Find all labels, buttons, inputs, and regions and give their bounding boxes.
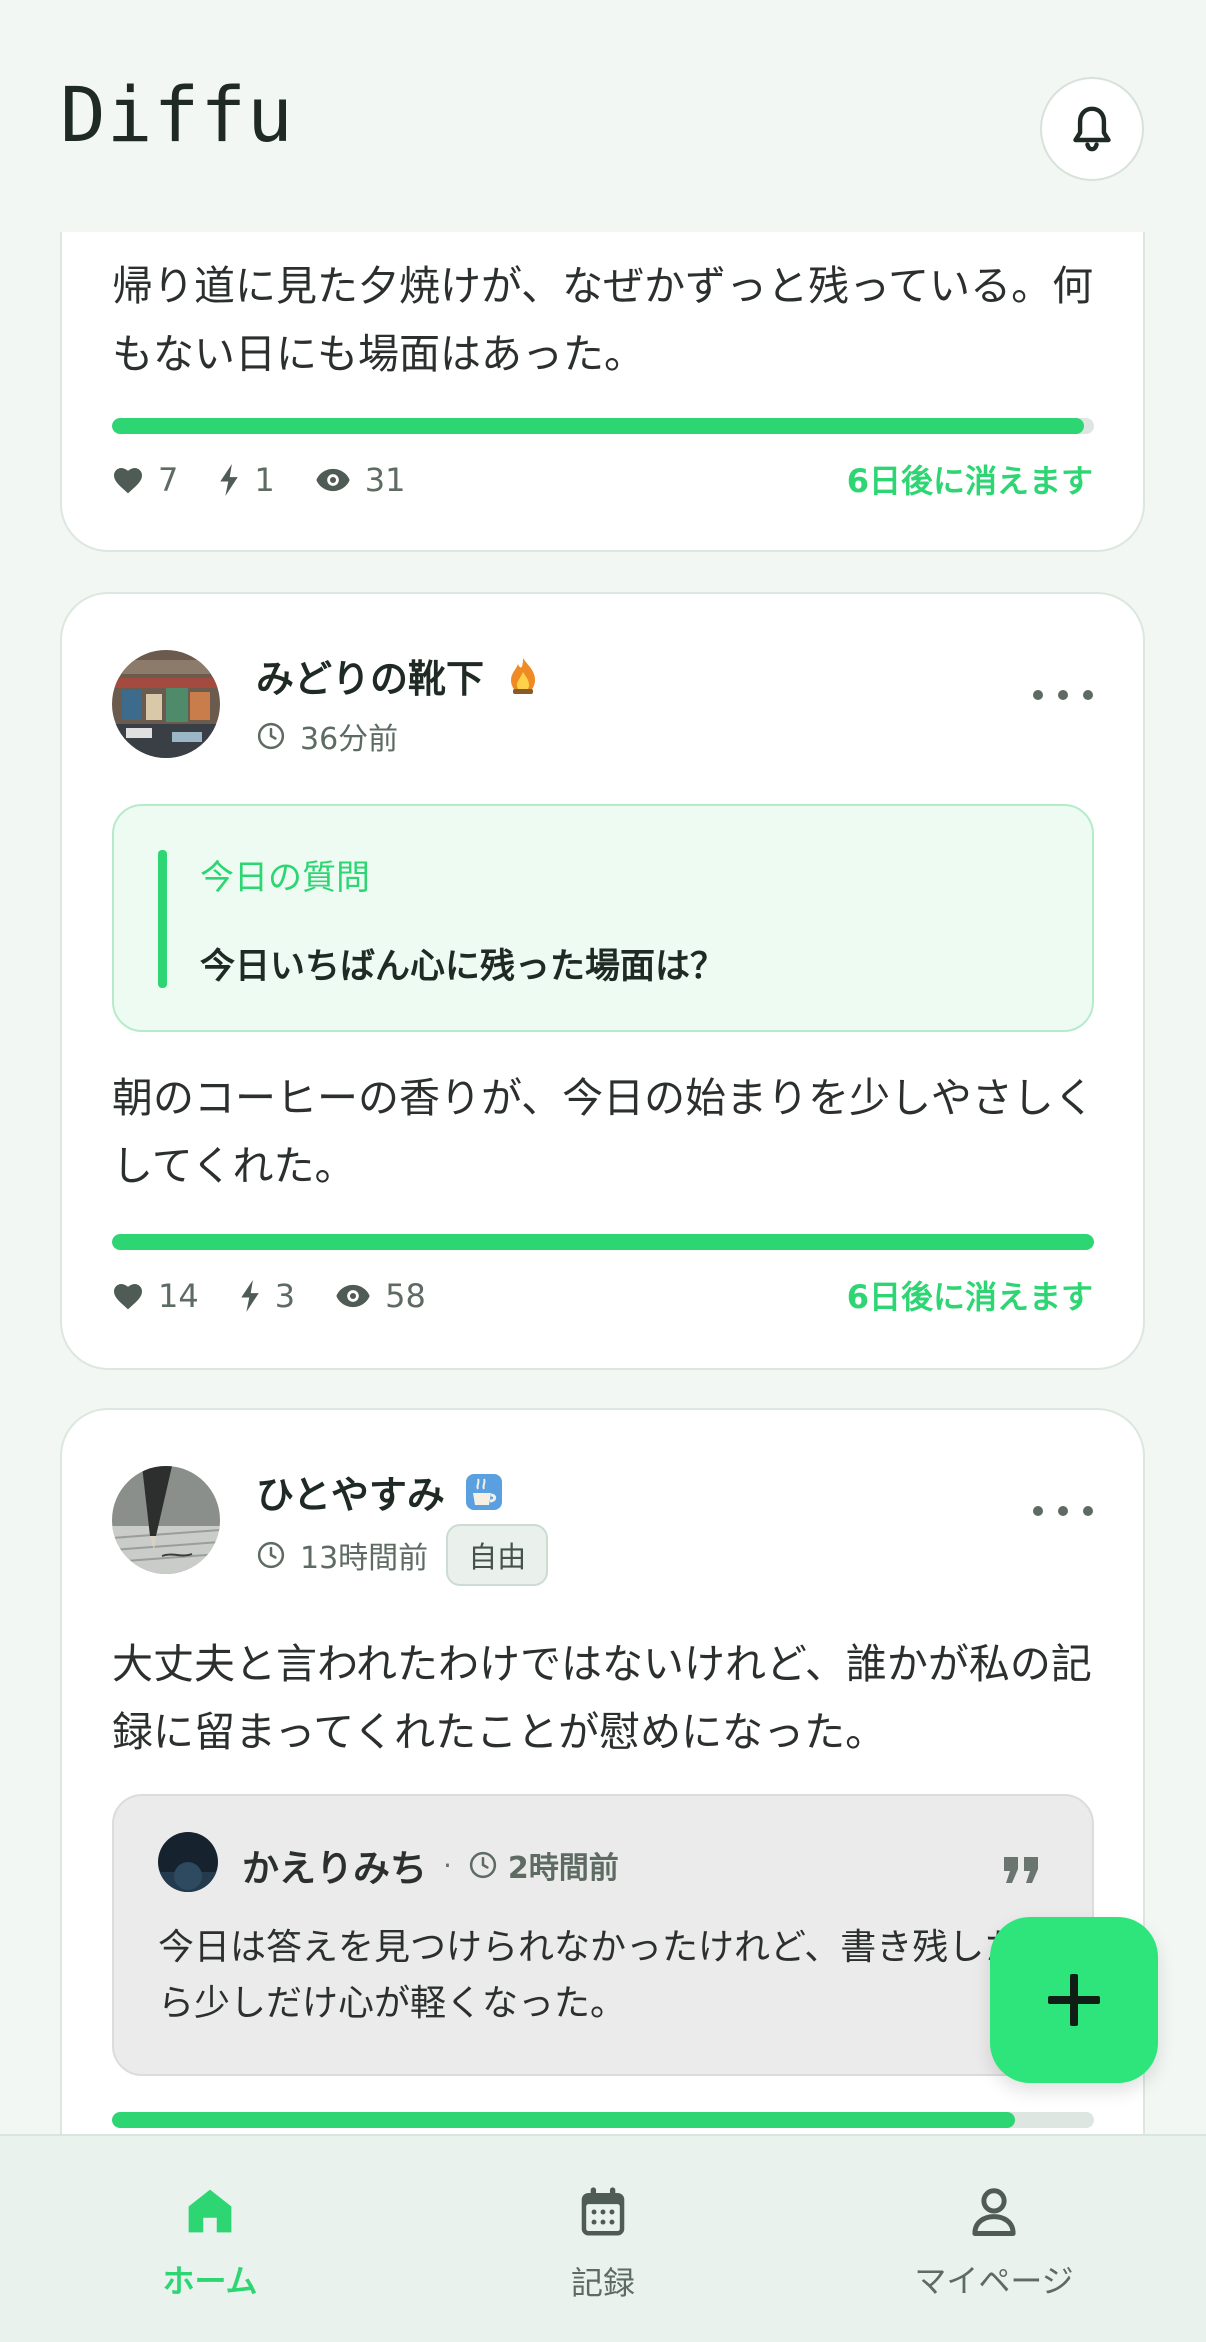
bolt-icon xyxy=(220,464,239,496)
quote-time: 2時間前 xyxy=(468,1843,619,1887)
question-text: 今日いちばん心に残った場面は？ xyxy=(200,947,726,987)
home-icon xyxy=(188,2189,232,2233)
nav-mypage[interactable]: マイページ xyxy=(864,2184,1124,2302)
bolt-icon xyxy=(240,1280,259,1312)
author-name[interactable]: ひとやすみ xyxy=(256,1464,505,1519)
quote-time-text: 2時間前 xyxy=(507,1851,619,1886)
more-options-button[interactable] xyxy=(1033,1496,1093,1526)
expiry-progress-fill xyxy=(112,418,1085,434)
boost-count: 3 xyxy=(274,1277,296,1315)
quote-text: 今日は答えを見つけられなかったけれど、書き残したら少しだけ心が軽くなった。 xyxy=(158,1927,1021,2024)
expiry-progress-fill xyxy=(112,1234,1094,1250)
separator-dot: · xyxy=(443,1848,452,1882)
tea-emoji-icon xyxy=(463,1471,505,1513)
like-count: 14 xyxy=(158,1277,199,1315)
dot-icon xyxy=(1083,1506,1093,1516)
clock-icon xyxy=(257,1541,285,1569)
quote-mark-icon xyxy=(1002,1846,1040,1886)
bottom-navigation: ホーム 記録 マイページ xyxy=(0,2134,1206,2342)
question-label: 今日の質問 xyxy=(200,858,370,898)
fire-emoji-icon xyxy=(502,655,544,697)
like-button[interactable]: 14 xyxy=(112,1277,199,1315)
user-icon xyxy=(972,2188,1016,2236)
post-meta: 13時間前 自由 xyxy=(256,1524,549,1586)
like-count: 7 xyxy=(158,461,179,499)
bell-icon xyxy=(1073,106,1111,152)
post-stats: 14 3 58 xyxy=(112,1272,466,1320)
dot-icon xyxy=(1033,690,1043,700)
dot-icon xyxy=(1058,1506,1068,1516)
post-card[interactable]: ひとやすみ 13時間前 自由 大丈夫と言われたわけではないけれど、誰かが私の記録… xyxy=(60,1408,1145,2134)
author-name-text: ひとやすみ xyxy=(256,1473,445,1517)
avatar[interactable] xyxy=(112,1466,220,1574)
expiry-progress-bar xyxy=(112,418,1094,434)
post-stats: 7 1 31 xyxy=(112,456,445,504)
post-text: 帰り道に見た夕焼けが、なぜかずっと残っている。何もない日にも場面はあった。 xyxy=(112,262,1094,378)
view-count: 58 xyxy=(385,1277,426,1315)
post-meta: 36分前 xyxy=(256,714,398,758)
view-count: 31 xyxy=(364,461,406,499)
boost-button[interactable]: 3 xyxy=(239,1277,295,1315)
post-time: 36分前 xyxy=(300,722,399,757)
clock-icon xyxy=(257,722,285,750)
nav-home-label: ホーム xyxy=(162,2262,258,2300)
author-name-text: みどりの靴下 xyxy=(256,657,485,701)
notifications-button[interactable] xyxy=(1040,77,1144,181)
expiry-progress-bar xyxy=(112,1234,1094,1250)
nav-mypage-label: マイページ xyxy=(914,2262,1074,2300)
view-stat: 31 xyxy=(315,461,406,499)
nav-records[interactable]: 記録 xyxy=(473,2184,733,2304)
boost-button[interactable]: 1 xyxy=(218,461,275,499)
author-name[interactable]: みどりの靴下 xyxy=(256,648,544,703)
quote-author: かえりみち · 2時間前 xyxy=(242,1838,619,1892)
post-time: 13時間前 xyxy=(300,1541,429,1576)
quote-author-name: かえりみち xyxy=(242,1847,427,1890)
expiry-progress-bar xyxy=(112,2112,1094,2128)
new-post-button[interactable] xyxy=(990,1917,1158,2083)
post-text: 大丈夫と言われたわけではないけれど、誰かが私の記録に留まってくれたことが慰めにな… xyxy=(112,1640,1092,1756)
boost-count: 1 xyxy=(254,461,275,499)
expiry-label: 6日後に消えます xyxy=(846,462,1093,500)
dot-icon xyxy=(1058,690,1068,700)
category-tag[interactable]: 自由 xyxy=(446,1524,549,1586)
eye-icon xyxy=(336,1284,370,1308)
nav-records-label: 記録 xyxy=(570,2264,635,2302)
question-accent-bar xyxy=(158,850,167,988)
view-stat: 58 xyxy=(335,1277,426,1315)
expiry-label: 6日後に消えます xyxy=(846,1278,1093,1316)
dot-icon xyxy=(1083,690,1093,700)
heart-icon xyxy=(114,1284,142,1310)
like-button[interactable]: 7 xyxy=(112,461,178,499)
more-options-button[interactable] xyxy=(1033,680,1093,710)
heart-icon xyxy=(114,468,142,494)
eye-icon xyxy=(316,468,350,492)
feed: 帰り道に見た夕焼けが、なぜかずっと残っている。何もない日にも場面はあった。 7 … xyxy=(0,0,1206,2134)
expiry-progress-fill xyxy=(112,2112,1016,2128)
post-text: 朝のコーヒーの香りが、今日の始まりを少しやさしくしてくれた。 xyxy=(112,1074,1095,1190)
app-header: Diffu xyxy=(0,0,1206,232)
question-box: 今日の質問 今日いちばん心に残った場面は？ xyxy=(112,804,1094,1032)
avatar[interactable] xyxy=(112,650,220,758)
quote-avatar xyxy=(158,1832,218,1892)
quoted-post[interactable]: かえりみち · 2時間前 今日は答えを見つけられなかったけれど、書き残したら少し… xyxy=(112,1794,1094,2076)
app-logo[interactable]: Diffu xyxy=(60,70,294,159)
nav-home[interactable]: ホーム xyxy=(80,2184,340,2302)
clock-icon xyxy=(469,1851,497,1879)
plus-icon xyxy=(1048,1974,1100,2026)
calendar-icon xyxy=(581,2187,625,2236)
dot-icon xyxy=(1033,1506,1043,1516)
post-card[interactable]: みどりの靴下 36分前 今日の質問 今日いちばん心に残った場面は？ 朝のコーヒー… xyxy=(60,592,1145,1370)
